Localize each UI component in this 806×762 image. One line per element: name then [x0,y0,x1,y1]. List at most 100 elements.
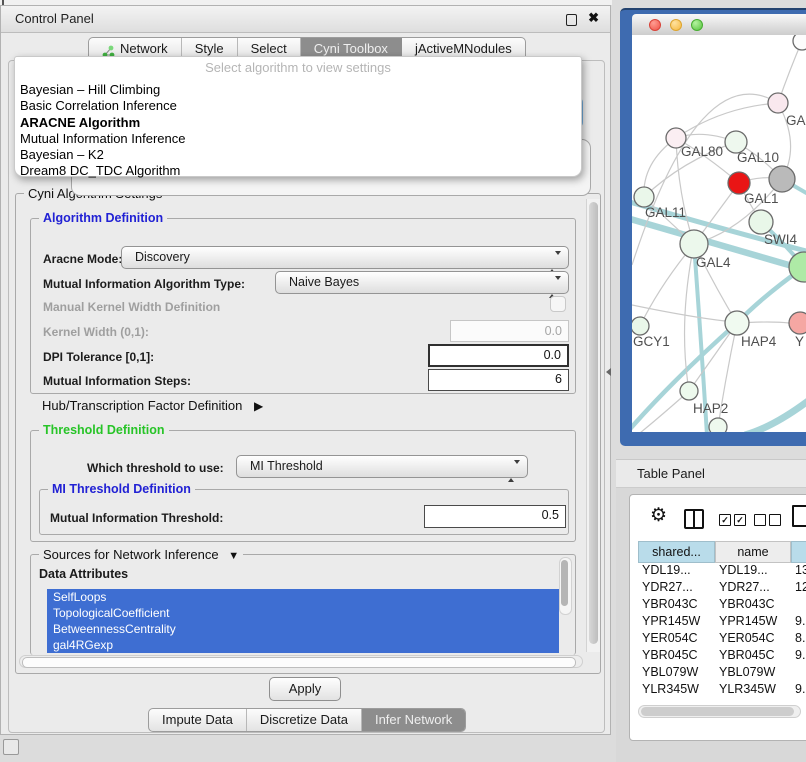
apply-button[interactable]: Apply [269,677,341,701]
window-close-icon[interactable] [649,19,661,31]
mi-algorithm-type-select[interactable]: Naive Bayes [275,271,569,294]
node-gray[interactable] [769,166,795,192]
kernel-width-field[interactable]: 0.0 [450,320,569,342]
node-swi4[interactable] [749,210,773,234]
attributes-scrollbar [559,557,572,615]
app-root: Control Panel ✖ NetworkStyleSelectCyni T… [0,0,806,762]
mi-algorithm-type-label: Mutual Information Algorithm Type: [43,277,245,291]
data-attributes-list: SelfLoopsTopologicalCoefficientBetweenne… [47,589,559,653]
table-row[interactable]: YDR27...YDR27...12 [638,580,806,597]
mi-threshold-definition-group: MI Threshold Definition Mutual Informati… [39,489,569,535]
node-label-gal80: GAL80 [681,144,723,159]
data-attributes-label: Data Attributes [39,567,128,581]
table-row[interactable]: YLR345WYLR345W9. [638,682,806,698]
tab-label: Impute Data [162,709,233,731]
control-panel-title: Control Panel [15,11,94,26]
hub-transcription-factor-section[interactable]: Hub/Transcription Factor Definition ▶ [42,398,263,413]
settings-horizontal-scrollbar-thumb[interactable] [22,657,576,668]
deselect-all-columns-icon[interactable] [754,514,781,526]
mi-threshold-field[interactable]: 0.5 [424,505,566,528]
dpi-tolerance-field[interactable]: 0.0 [428,344,569,367]
window-zoom-icon[interactable] [691,19,703,31]
column-header-partial[interactable] [791,541,806,563]
node-gal4[interactable] [680,230,708,258]
algorithm-option[interactable]: Bayesian – K2 [15,147,581,163]
table-cell: YER054C [638,631,715,648]
network-edge-thick [745,401,806,432]
tab-impute-data[interactable]: Impute Data [149,709,247,731]
network-canvas[interactable]: GALGAL80GAL10GAL1GAL11SWI4GAL4GCY1HAP4YH… [632,35,806,432]
manual-kernel-width-checkbox[interactable] [550,296,566,312]
algorithm-option[interactable]: Bayesian – Hill Climbing [15,82,581,98]
attributes-scrollbar-thumb[interactable] [561,560,568,606]
table-cell: YDL19... [638,563,715,580]
close-panel-icon[interactable]: ✖ [588,10,599,26]
algorithm-option[interactable]: Mutual Information Inference [15,131,581,147]
node-label-hap4: HAP4 [741,334,777,349]
network-window-titlebar[interactable] [632,14,806,36]
table-panel-area: ⚙ ✓ ✓ shared...name YDL19...YDL19...13YD… [616,488,806,762]
aracne-mode-value: Discovery [135,250,190,264]
table-row[interactable]: YBR043CYBR043C [638,597,806,614]
column-layout-icon[interactable] [684,509,704,529]
sources-group-title[interactable]: Sources for Network Inference ▼ [39,547,243,562]
table-row[interactable]: YPR145WYPR145W9. [638,614,806,631]
data-attribute-item-selected[interactable]: TopologicalCoefficient [47,605,559,621]
table-settings-gear-icon[interactable]: ⚙ [650,506,667,526]
node-gcy1[interactable] [632,317,649,335]
data-attribute-item-selected[interactable]: SelfLoops [47,589,559,605]
tab-label: Discretize Data [260,709,348,731]
dpi-tolerance-label: DPI Tolerance [0,1]: [43,350,154,364]
sources-for-network-inference-group: Sources for Network Inference ▼ Data Att… [30,554,576,655]
collapse-down-icon[interactable]: ▼ [228,550,239,562]
aracne-mode-select[interactable]: Discovery [121,246,569,269]
stepper-icon [508,461,520,482]
algorithm-option[interactable]: Dream8 DC_TDC Algorithm [15,163,581,179]
settings-horizontal-scrollbar [19,655,583,668]
mi-threshold-label: Mutual Information Threshold: [50,511,223,525]
window-minimize-icon[interactable] [670,19,682,31]
table-row[interactable]: YER054CYER054C8. [638,631,806,648]
unchecked-box-icon [769,514,781,526]
table-row[interactable]: YBR045CYBR045C9. [638,648,806,665]
node-top[interactable] [793,35,806,50]
data-attribute-item-selected[interactable]: gal4RGexp [47,637,559,653]
panel-collapse-arrow[interactable] [606,368,611,376]
unchecked-box-icon [754,514,766,526]
mi-steps-field[interactable]: 6 [428,369,569,391]
column-header-shared...[interactable]: shared... [638,541,715,563]
tab-discretize-data[interactable]: Discretize Data [247,709,362,731]
column-header-name[interactable]: name [715,541,791,563]
float-window-icon[interactable] [566,14,577,26]
table-row[interactable]: YBL079WYBL079W [638,665,806,682]
table-horizontal-scrollbar-thumb[interactable] [641,707,794,716]
node-hap4[interactable] [725,311,749,335]
node-label-gal: GAL [786,113,806,128]
algorithm-option[interactable]: ARACNE Algorithm [15,115,581,131]
node-hap2[interactable] [680,382,698,400]
table-cell: YLR345W [638,682,715,698]
table-row[interactable]: YDL19...YDL19...13 [638,563,806,580]
which-threshold-select[interactable]: MI Threshold [236,455,528,478]
expand-right-icon[interactable]: ▶ [254,399,263,413]
which-threshold-label: Which threshold to use: [87,461,224,475]
table-header-row: shared...name [638,541,806,563]
stepper-icon [549,277,561,298]
node-gal11[interactable] [634,187,654,207]
restore-panel-icon[interactable] [3,739,19,755]
tab-label: Infer Network [375,709,452,731]
node-gal-pink[interactable] [768,93,788,113]
table-cell: YPR145W [638,614,715,631]
settings-vertical-scrollbar-thumb[interactable] [589,202,598,644]
algorithm-list: Bayesian – Hill ClimbingBasic Correlatio… [15,82,581,180]
node-bottom[interactable] [709,418,727,432]
data-attribute-item-selected[interactable]: BetweennessCentrality [47,621,559,637]
algorithm-definition-title: Algorithm Definition [39,211,167,225]
table-cell: 9. [791,614,806,631]
new-table-document-icon[interactable] [792,505,806,527]
algorithm-option[interactable]: Basic Correlation Inference [15,98,581,114]
select-all-columns-icon[interactable]: ✓ ✓ [719,514,746,526]
node-salmon[interactable] [789,312,806,334]
tab-infer-network[interactable]: Infer Network [362,709,465,731]
table-cell: YBR043C [638,597,715,614]
